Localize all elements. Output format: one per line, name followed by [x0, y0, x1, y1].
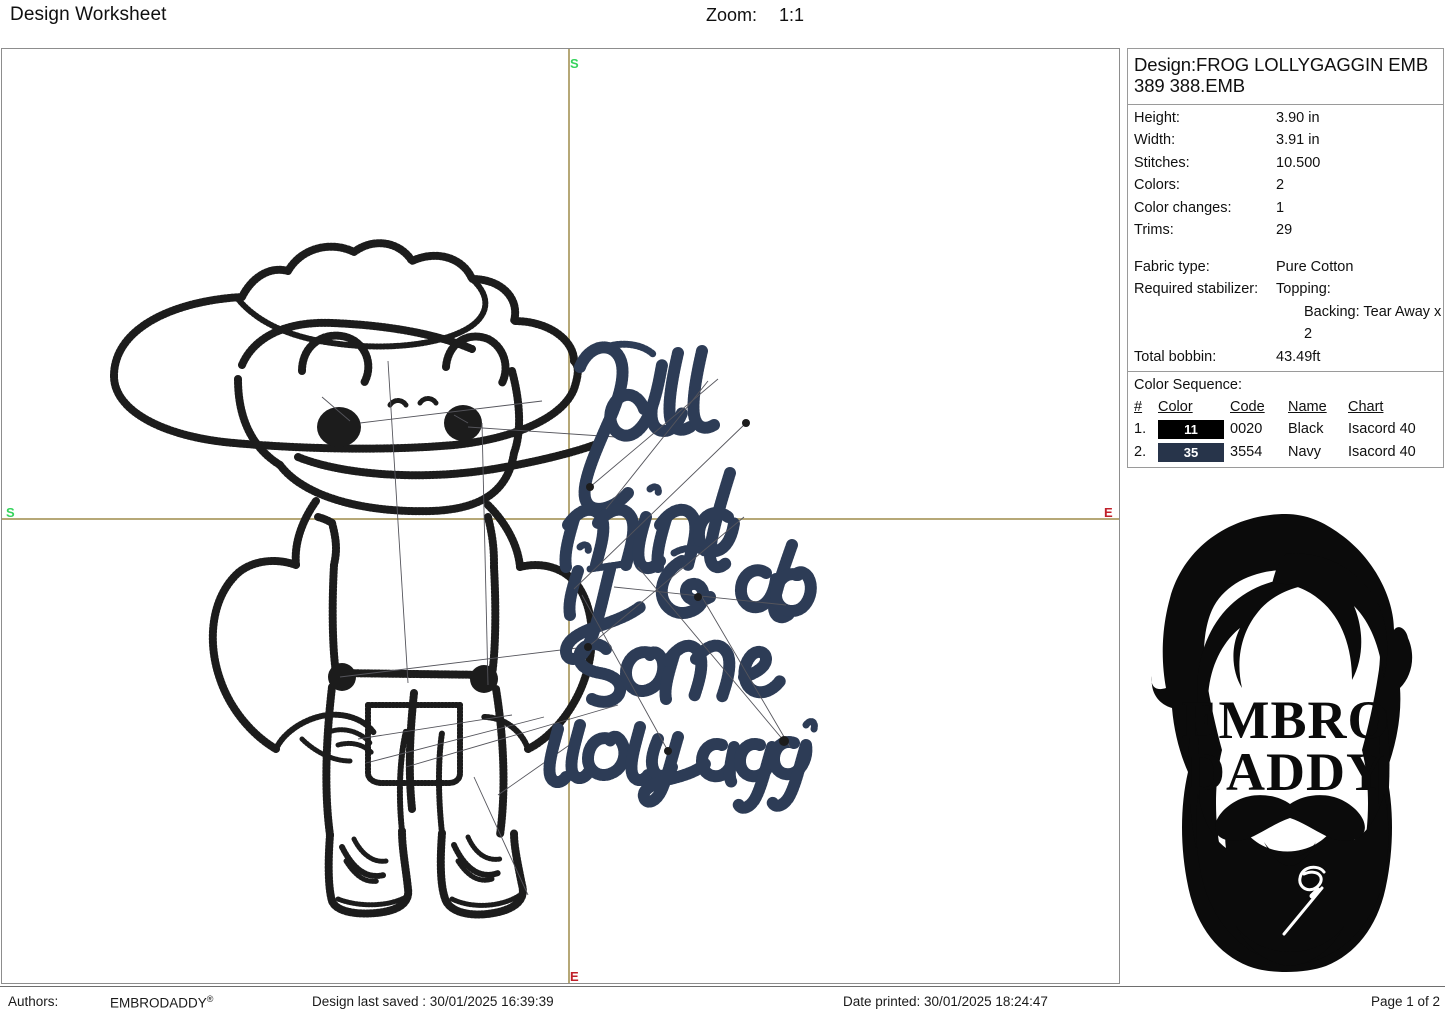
column-header-name: Name [1288, 398, 1327, 415]
column-header-code: Code [1230, 398, 1265, 415]
property-label: Width: [1134, 132, 1176, 149]
column-header-number: # [1134, 398, 1143, 415]
property-row: Height: 3.90 in [1128, 107, 1443, 129]
last-saved-text: Design last saved : 30/01/2025 16:39:39 [312, 994, 554, 1009]
color-sequence-columns: # Color Code Name Chart [1128, 397, 1443, 419]
property-label: Colors: [1134, 177, 1180, 194]
logo-line-2: DADDY [1186, 742, 1386, 802]
property-spacer [1128, 242, 1443, 256]
property-value: 29 [1276, 222, 1293, 239]
logo-line-1: EMBRO [1181, 690, 1390, 750]
design-title-block: Design:FROG LOLLYGAGGIN EMB 389 388.EMB [1127, 48, 1444, 104]
worksheet-header: Design Worksheet Zoom: 1:1 [0, 0, 1445, 46]
zoom-label: Zoom: [706, 5, 758, 25]
stabilizer-topping: Topping: [1276, 281, 1331, 298]
property-label: Color changes: [1134, 199, 1232, 216]
column-header-chart: Chart [1348, 398, 1384, 415]
stabilizer-label: Required stabilizer: [1134, 281, 1259, 298]
authors-name: EMBRODADDY [110, 995, 207, 1011]
embroidery-design-artwork: .ol { fill:none; stroke:#1c1c1c; stroke-… [110, 239, 818, 919]
color-row-chart: Isacord 40 [1348, 443, 1416, 460]
registered-mark: ® [206, 994, 214, 1004]
bearded-man-logo-icon: EMBRO DADDY [1151, 513, 1412, 972]
color-sequence-block: Color Sequence: # Color Code Name Chart … [1127, 371, 1444, 469]
property-row: Color changes: 1 [1128, 197, 1443, 219]
worksheet-footer: Authors: EMBRODADDY® Design last saved :… [0, 986, 1445, 1016]
property-label: Trims: [1134, 222, 1174, 239]
color-row-name: Black [1288, 420, 1324, 437]
date-printed-text: Date printed: 30/01/2025 18:24:47 [843, 994, 1048, 1009]
property-value: 1 [1276, 199, 1285, 216]
embrodaddy-logo: EMBRO DADDY [1127, 497, 1444, 984]
stabilizer-empty-label [1134, 301, 1276, 346]
color-swatch: 35 [1158, 442, 1224, 462]
color-swatch-cell: 35 [1158, 442, 1230, 462]
frog-illustration [110, 239, 619, 919]
zoom-value: 1:1 [779, 5, 805, 25]
design-properties-block: Height: 3.90 in Width: 3.91 in Stitches: 10… [1127, 103, 1444, 372]
property-value: 3.91 in [1276, 132, 1320, 149]
bobbin-value: 43.49ft [1276, 348, 1321, 365]
color-row-code: 3554 [1230, 443, 1263, 460]
stabilizer-row: Required stabilizer: Topping: [1128, 278, 1443, 300]
property-label: Stitches: [1134, 154, 1190, 171]
color-sequence-row[interactable]: 1. 11 0020 Black Isacord 40 [1128, 419, 1443, 441]
page-title: Design Worksheet [10, 4, 167, 25]
color-row-number: 2. [1134, 443, 1147, 460]
color-sequence-heading: Color Sequence: [1134, 377, 1243, 394]
fabric-value: Pure Cotton [1276, 258, 1354, 275]
authors-label: Authors: [8, 994, 59, 1009]
color-row-chart: Isacord 40 [1348, 420, 1416, 437]
property-row: Width: 3.91 in [1128, 129, 1443, 151]
page-number: Page 1 of 2 [1371, 994, 1441, 1009]
color-swatch: 11 [1158, 420, 1224, 440]
property-label: Height: [1134, 109, 1180, 126]
stabilizer-backing-row: Backing: Tear Away x 2 [1128, 301, 1443, 346]
bobbin-label: Total bobbin: [1134, 348, 1217, 365]
authors-value: EMBRODADDY® [110, 994, 213, 1011]
design-script-text [543, 340, 818, 814]
property-value: 10.500 [1276, 154, 1321, 171]
color-row-code: 0020 [1230, 420, 1263, 437]
color-row-name: Navy [1288, 443, 1322, 460]
column-header-color: Color [1158, 398, 1193, 415]
property-value: 2 [1276, 177, 1285, 194]
color-swatch-cell: 11 [1158, 420, 1230, 440]
fabric-row: Fabric type: Pure Cotton [1128, 256, 1443, 278]
design-name: Design:FROG LOLLYGAGGIN EMB 389 388.EMB [1134, 54, 1429, 97]
property-row: Stitches: 10.500 [1128, 152, 1443, 174]
property-row: Trims: 29 [1128, 219, 1443, 241]
zoom-indicator: Zoom: 1:1 [706, 5, 804, 26]
fabric-label: Fabric type: [1134, 258, 1210, 275]
color-row-number: 1. [1134, 420, 1147, 437]
color-sequence-row[interactable]: 2. 35 3554 Navy Isacord 40 [1128, 442, 1443, 464]
stabilizer-backing: Backing: Tear Away x 2 [1304, 303, 1442, 343]
property-value: 3.90 in [1276, 109, 1320, 126]
bobbin-row: Total bobbin: 43.49ft [1128, 346, 1443, 368]
design-canvas[interactable]: S E S E .ol { fill:none; stroke:#1c1c1c;… [1, 48, 1120, 984]
property-row: Colors: 2 [1128, 174, 1443, 196]
